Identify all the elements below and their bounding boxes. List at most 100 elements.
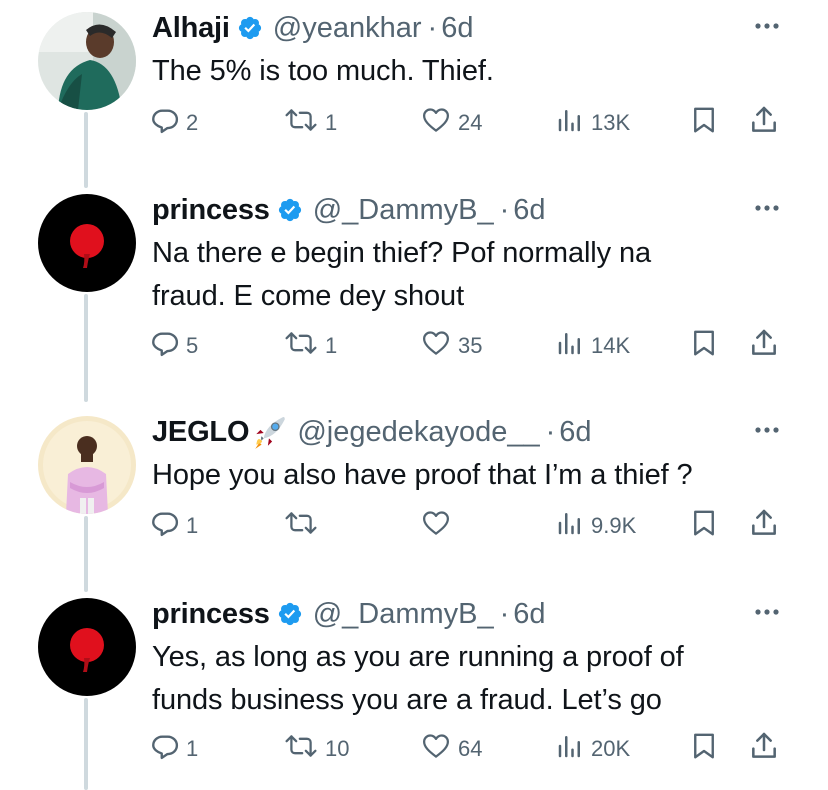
retweet-icon [283, 731, 319, 767]
handle[interactable]: @jegedekayode__ [297, 416, 539, 449]
avatar[interactable] [38, 598, 136, 696]
display-name[interactable]: princess [152, 598, 270, 631]
avatar[interactable] [38, 12, 136, 110]
views-button[interactable]: 9.9K [555, 508, 636, 544]
display-name[interactable]: Alhaji [152, 12, 230, 45]
handle[interactable]: @yeankhar [273, 12, 422, 45]
share-icon [748, 327, 780, 365]
views-button[interactable]: 13K [555, 105, 630, 141]
share-icon [748, 730, 780, 768]
views-chart-icon [555, 105, 585, 141]
retweet-icon [283, 508, 319, 544]
share-button[interactable] [748, 105, 780, 141]
retweet-count: 10 [325, 736, 350, 761]
tweet-header: princess @_DammyB_ · 6d [152, 192, 546, 228]
tweet-text: Na there e begin thief? Pof normally na … [152, 232, 792, 318]
tweet-header: princess @_DammyB_ · 6d [152, 596, 546, 632]
retweet-button[interactable]: 1 [283, 105, 337, 141]
share-button[interactable] [748, 328, 780, 364]
reply-button[interactable]: 5 [150, 328, 198, 364]
tweet-text-line: Hope you also have proof that I’m a thie… [152, 459, 693, 491]
like-button[interactable] [420, 508, 458, 544]
separator-dot: · [427, 11, 438, 44]
reply-icon [150, 328, 180, 364]
verified-badge-icon [237, 15, 263, 41]
retweet-button[interactable]: 1 [283, 328, 337, 364]
reply-icon [150, 731, 180, 767]
retweet-icon [283, 105, 319, 141]
views-button[interactable]: 14K [555, 328, 630, 364]
bookmark-icon [689, 507, 719, 545]
more-dots-icon[interactable] [752, 198, 782, 218]
reply-count: 2 [186, 110, 199, 135]
bookmark-icon [689, 104, 719, 142]
handle[interactable]: @_DammyB_ [313, 598, 494, 631]
tweet-text-line: Na there e begin thief? Pof normally na [152, 237, 652, 269]
like-button[interactable]: 64 [420, 731, 482, 767]
timestamp[interactable]: 6d [559, 416, 591, 449]
share-button[interactable] [748, 508, 780, 544]
retweet-icon [283, 328, 319, 364]
bookmark-button[interactable] [689, 731, 719, 767]
tweet-text-line: fraud. E come dey shout [152, 280, 465, 312]
reply-count: 1 [186, 736, 199, 761]
more-dots-icon[interactable] [752, 16, 782, 36]
bookmark-icon [689, 730, 719, 768]
action-bar: 5 1 35 14K [0, 328, 828, 364]
rocket-emoji-icon [251, 413, 289, 451]
avatar[interactable] [38, 194, 136, 292]
like-button[interactable]: 35 [420, 328, 482, 364]
timestamp[interactable]: 6d [513, 598, 545, 631]
display-name[interactable]: princess [152, 194, 270, 227]
verified-badge-icon [277, 197, 303, 223]
avatar[interactable] [38, 416, 136, 514]
reply-button[interactable]: 2 [150, 105, 198, 141]
tweet-text-line: funds business you are a fraud. Let’s go [152, 684, 662, 716]
views-button[interactable]: 20K [555, 731, 630, 767]
retweet-button[interactable] [283, 508, 325, 544]
views-count: 20K [591, 736, 631, 761]
verified-badge-icon [277, 601, 303, 627]
views-chart-icon [555, 731, 585, 767]
reply-button[interactable]: 1 [150, 508, 198, 544]
bookmark-button[interactable] [689, 508, 719, 544]
display-name[interactable]: JEGLO [152, 416, 250, 449]
tweet-text-line: Yes, as long as you are running a proof … [152, 641, 684, 673]
bookmark-icon [689, 327, 719, 365]
views-chart-icon [555, 328, 585, 364]
heart-icon [420, 731, 452, 767]
like-count: 35 [458, 333, 483, 358]
tweet-header: Alhaji @yeankhar · 6d [152, 10, 473, 46]
heart-icon [420, 105, 452, 141]
heart-icon [420, 328, 452, 364]
separator-dot: · [545, 415, 556, 448]
tweet-header: JEGLO @jegedekayode__ · 6d [152, 414, 592, 450]
tweet-text: Yes, as long as you are running a proof … [152, 636, 792, 722]
like-count: 24 [458, 110, 483, 135]
timestamp[interactable]: 6d [513, 194, 545, 227]
bookmark-button[interactable] [689, 328, 719, 364]
retweet-count: 1 [325, 110, 338, 135]
action-bar: 1 10 64 20K [0, 731, 828, 767]
handle[interactable]: @_DammyB_ [313, 194, 494, 227]
separator-dot: · [499, 597, 510, 630]
tweet-text-line: The 5% is too much. Thief. [152, 55, 494, 87]
like-button[interactable]: 24 [420, 105, 482, 141]
reply-count: 1 [186, 513, 199, 538]
share-icon [748, 104, 780, 142]
reply-icon [150, 105, 180, 141]
tweet-text: The 5% is too much. Thief. [152, 50, 792, 93]
reply-button[interactable]: 1 [150, 731, 198, 767]
more-dots-icon[interactable] [752, 420, 782, 440]
timestamp[interactable]: 6d [441, 12, 473, 45]
tweet-text: Hope you also have proof that I’m a thie… [152, 454, 792, 497]
more-dots-icon[interactable] [752, 602, 782, 622]
action-bar: 1 9.9K [0, 508, 828, 544]
share-button[interactable] [748, 731, 780, 767]
heart-icon [420, 508, 452, 544]
bookmark-button[interactable] [689, 105, 719, 141]
reply-count: 5 [186, 333, 199, 358]
reply-icon [150, 508, 180, 544]
views-count: 9.9K [591, 513, 637, 538]
retweet-button[interactable]: 10 [283, 731, 349, 767]
